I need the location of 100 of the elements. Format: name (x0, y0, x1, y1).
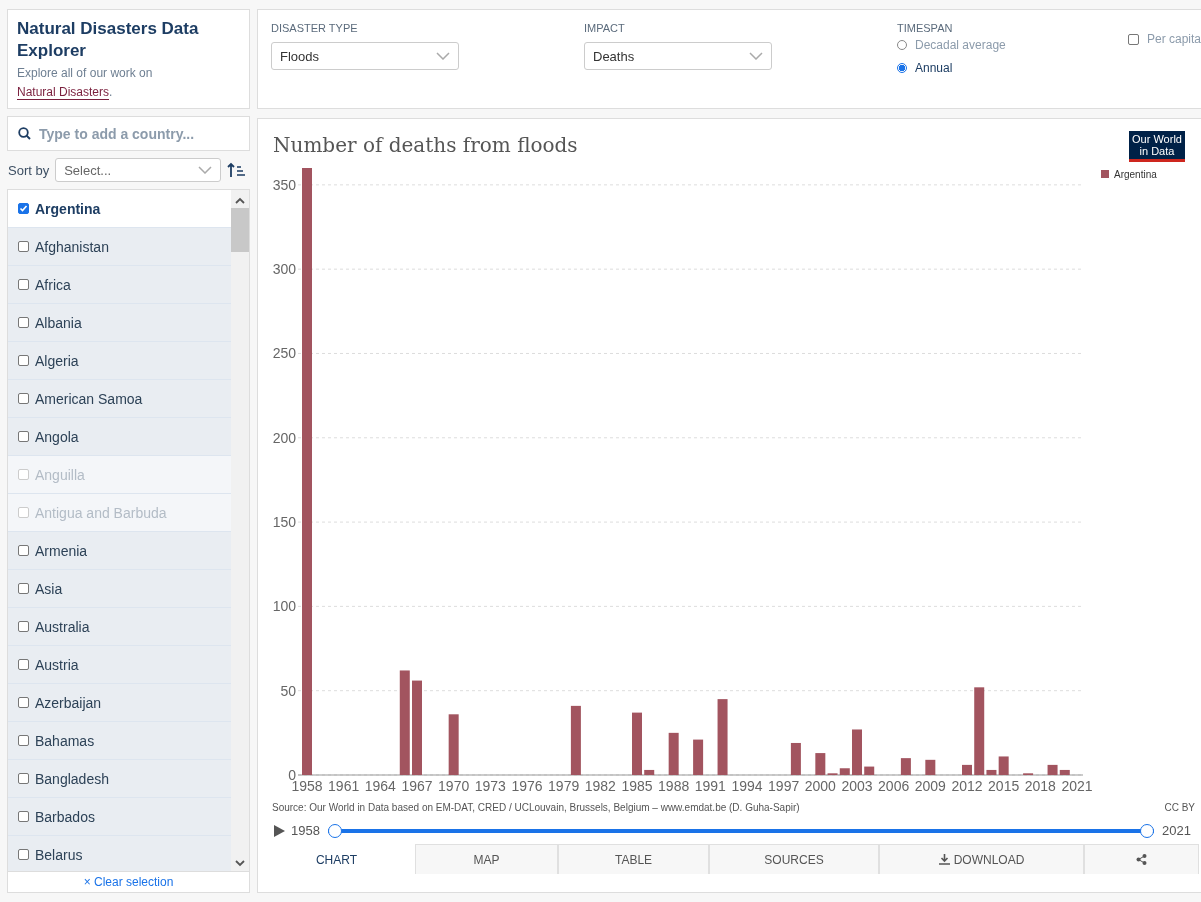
tab[interactable]: DOWNLOAD (879, 844, 1084, 874)
country-item[interactable]: Africa (8, 266, 231, 305)
country-item[interactable]: American Samoa (8, 380, 231, 419)
checkbox[interactable] (18, 659, 29, 671)
bar (570, 705, 581, 775)
tab[interactable]: TABLE (558, 844, 709, 874)
bar (864, 766, 875, 775)
tab[interactable]: SOURCES (709, 844, 879, 874)
checkbox[interactable] (18, 735, 29, 747)
clear-selection-button[interactable]: × Clear selection (8, 872, 249, 892)
bar (852, 729, 862, 775)
axis-tick-label: 100 (272, 598, 296, 615)
country-item[interactable]: Bangladesh (8, 760, 231, 799)
axis-tick-label: 0 (288, 767, 296, 783)
axis-tick-label: 2006 (878, 778, 910, 794)
axis-tick-label: 200 (272, 429, 296, 446)
axis-tick-label: 1994 (731, 778, 763, 794)
end-year: 2021 (1162, 823, 1191, 838)
checkbox[interactable] (18, 621, 29, 633)
legend-label: Argentina (1114, 169, 1157, 180)
country-item[interactable]: Albania (8, 304, 231, 343)
axis-tick-label: 1997 (768, 778, 800, 794)
country-item[interactable]: Bahamas (8, 722, 231, 761)
checkbox[interactable] (18, 241, 29, 253)
checkbox[interactable] (18, 317, 29, 329)
axis-tick-label: 300 (272, 261, 296, 278)
bar (693, 739, 704, 775)
tab[interactable]: MAP (415, 844, 558, 874)
radio-option[interactable]: Annual (897, 60, 1128, 76)
axis-tick-label: 1985 (621, 778, 653, 794)
play-icon[interactable] (274, 824, 285, 837)
axis-tick-label: 2009 (914, 778, 946, 794)
app-title: Natural Disasters Data Explorer (17, 18, 200, 62)
axis-tick-label: 2000 (804, 778, 836, 794)
chevron-down-icon (749, 52, 763, 60)
axis-tick-label: 1979 (548, 778, 580, 794)
country-item[interactable]: Austria (8, 646, 231, 685)
axis-tick-label: 1982 (584, 778, 616, 794)
checkbox[interactable] (18, 697, 29, 709)
checkbox[interactable] (18, 355, 29, 367)
bar (668, 732, 679, 775)
country-item[interactable]: Armenia (8, 532, 231, 571)
bar (925, 759, 936, 775)
sort-label: Sort by (8, 162, 50, 178)
search-field[interactable]: Type to add a country... (8, 117, 249, 151)
axis-tick-label: 1970 (438, 778, 470, 794)
dropdown[interactable]: Floods (271, 42, 459, 70)
country-item[interactable]: Angola (8, 418, 231, 457)
sort-order-icon[interactable] (227, 162, 246, 179)
bar (900, 758, 911, 775)
axis-tick-label: 250 (272, 345, 296, 362)
axis-tick-label: 150 (272, 514, 296, 531)
axis-tick-label: 1973 (474, 778, 506, 794)
axis-tick-label: 1967 (401, 778, 433, 794)
dropdown[interactable]: Deaths (584, 42, 772, 70)
field-label: DISASTER TYPE (271, 22, 359, 34)
checkbox[interactable] (18, 279, 29, 291)
download-icon (938, 854, 950, 865)
country-item[interactable]: Algeria (8, 342, 231, 381)
source-note: Source: Our World in Data based on EM-DAT, CRED / UCLouvain, Brussels, Belgium – www.emdat.be (D. Guha-Sapir) (272, 802, 800, 813)
country-item[interactable]: Asia (8, 570, 231, 609)
country-item[interactable]: Afghanistan (8, 228, 231, 267)
field-label: TIMESPAN (897, 22, 954, 34)
checkbox[interactable] (18, 811, 29, 823)
checkbox[interactable] (18, 545, 29, 557)
checkbox[interactable] (18, 203, 29, 215)
start-year: 1958 (291, 823, 320, 838)
checkbox[interactable] (18, 849, 29, 861)
sort-dropdown[interactable]: Select... (55, 158, 222, 183)
scrollbar-thumb[interactable] (231, 208, 249, 253)
country-item[interactable]: Azerbaijan (8, 684, 231, 723)
axis-tick-label: 1991 (694, 778, 726, 794)
search-icon (18, 127, 31, 141)
axis-tick-label: 1961 (328, 778, 360, 794)
checkbox[interactable] (18, 773, 29, 785)
license-label[interactable]: CC BY (1164, 802, 1195, 813)
axis-tick-label: 50 (280, 682, 296, 699)
bar (790, 742, 801, 775)
scrollbar[interactable] (231, 190, 249, 873)
share-icon (1136, 854, 1147, 865)
axis-tick-label: 2015 (988, 778, 1020, 794)
axis-tick-label: 1988 (658, 778, 690, 794)
checkbox[interactable] (18, 431, 29, 443)
bar (644, 769, 655, 775)
logo[interactable]: Our World in Data (1129, 131, 1185, 162)
chart-title: Number of deaths from floods (273, 133, 578, 157)
field-label: IMPACT (584, 22, 626, 34)
country-item[interactable]: Belarus (8, 836, 231, 873)
axis-tick-label: 1964 (364, 778, 396, 794)
bar (962, 764, 972, 775)
country-item[interactable]: Barbados (8, 798, 231, 837)
checkbox[interactable] (18, 393, 29, 405)
bar (448, 714, 459, 775)
axis-tick-label: 2018 (1024, 778, 1056, 794)
timeline-slider[interactable] (327, 823, 1155, 838)
scroll-down-icon[interactable] (235, 858, 245, 869)
axis-tick-label: 2021 (1061, 778, 1093, 794)
axis-tick-label: 350 (272, 176, 296, 193)
checkbox[interactable] (18, 583, 29, 595)
country-item[interactable]: Australia (8, 608, 231, 647)
